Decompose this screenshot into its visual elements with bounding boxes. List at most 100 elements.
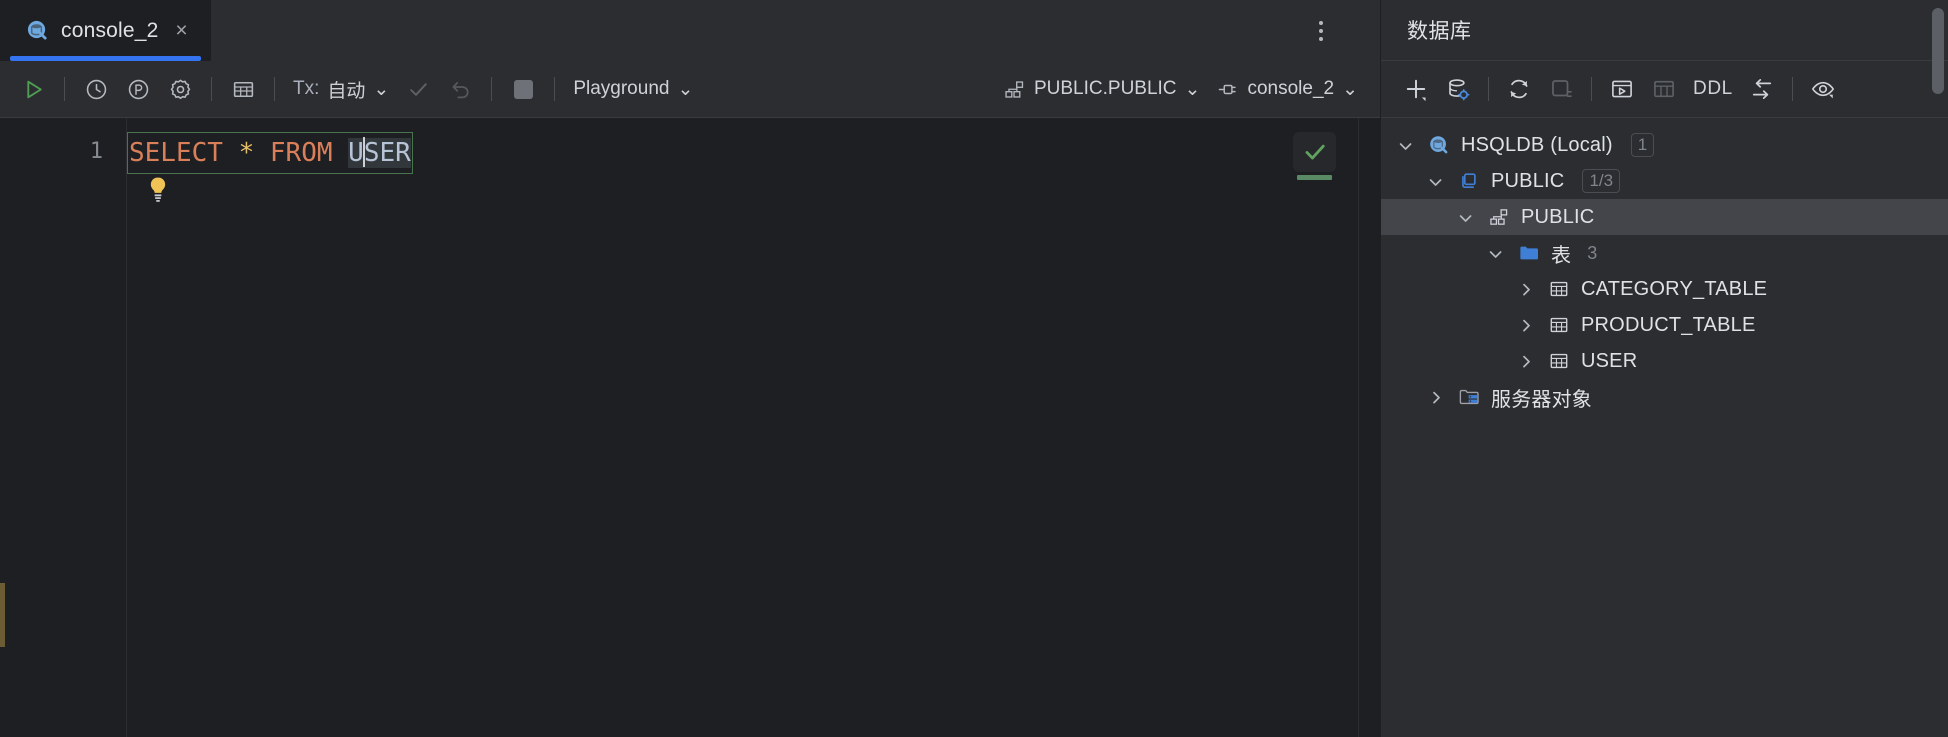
tree-item-category-table[interactable]: CATEGORY_TABLE — [1381, 271, 1948, 307]
parameters-button[interactable] — [117, 68, 159, 110]
chevron-right-icon[interactable] — [1513, 313, 1537, 337]
tree-item-public[interactable]: PUBLIC — [1381, 199, 1948, 235]
console-toolbar: Tx: 自动 ⌄ Playground ⌄ PUBLIC.PUBLIC ⌄ co… — [0, 61, 1380, 118]
rollback-revert-icon — [452, 81, 469, 98]
execute-button[interactable] — [12, 68, 54, 110]
refresh-button[interactable] — [1498, 68, 1540, 110]
chevron-down-icon[interactable] — [1393, 133, 1417, 157]
tree-item-[interactable]: 服务器对象 — [1381, 379, 1948, 415]
folder-server-icon — [1457, 385, 1481, 409]
database-tool-window: 数据库 DDL HSQLDB (Local) 1 PUBLIC 1/3 PUBL… — [1380, 0, 1948, 737]
toolbar-separator — [211, 77, 212, 101]
database-tree[interactable]: HSQLDB (Local) 1 PUBLIC 1/3 PUBLIC 表 3 CATEGORY… — [1381, 118, 1948, 737]
jump-to-console-button[interactable] — [1741, 68, 1783, 110]
toolbar-separator — [1791, 77, 1793, 101]
session-dropdown[interactable]: Playground ⌄ — [565, 68, 701, 110]
connection-selector-dropdown[interactable]: console_2 ⌄ — [1208, 68, 1366, 110]
tree-item-label: PUBLIC — [1491, 169, 1565, 192]
chevron-right-icon[interactable] — [1513, 349, 1537, 373]
toolbar-separator — [1488, 77, 1489, 101]
editor-scroll-gutter[interactable] — [1358, 118, 1380, 737]
chevron-right-icon[interactable] — [1423, 385, 1447, 409]
table-grid-icon — [1547, 277, 1571, 301]
lightbulb-intention-icon[interactable] — [145, 174, 171, 204]
rollback-button[interactable] — [439, 68, 481, 110]
editor-tab-bar: console_2 × — [0, 0, 1380, 61]
commit-button[interactable] — [397, 68, 439, 110]
table-grid-icon — [1547, 349, 1571, 373]
left-marker-strip — [0, 118, 5, 737]
transaction-mode-dropdown[interactable]: Tx: 自动 ⌄ — [285, 68, 397, 110]
commit-check-icon — [410, 82, 427, 96]
sql-star: * — [238, 138, 255, 168]
inspection-status-button[interactable] — [1293, 132, 1336, 172]
tab-active-underline — [10, 56, 201, 61]
tree-item-user[interactable]: USER — [1381, 343, 1948, 379]
add-plus-icon — [1406, 79, 1426, 102]
connection-label: console_2 — [1247, 78, 1335, 99]
toolbar-separator — [64, 77, 65, 101]
chevron-down-icon[interactable] — [1483, 241, 1507, 265]
ddl-button[interactable]: DDL — [1685, 68, 1741, 110]
app-window: console_2 × Tx: 自动 ⌄ Playground ⌄ PUBLIC… — [0, 0, 1948, 737]
schema-selector-dropdown[interactable]: PUBLIC.PUBLIC ⌄ — [995, 68, 1208, 110]
folder-icon — [1517, 241, 1541, 265]
chevron-down-icon[interactable] — [1453, 205, 1477, 229]
sql-identifier-user: USER — [348, 137, 411, 168]
tree-item-label: USER — [1581, 349, 1638, 372]
toolbar-separator — [1591, 77, 1592, 101]
schema-nodes-icon — [1487, 205, 1511, 229]
chevron-down-icon: ⌄ — [677, 78, 694, 100]
tree-item-label: CATEGORY_TABLE — [1581, 277, 1768, 300]
table-view-button[interactable] — [222, 68, 264, 110]
stop-button[interactable] — [502, 68, 544, 110]
schema-label: PUBLIC.PUBLIC — [1033, 78, 1177, 99]
tree-item-product-table[interactable]: PRODUCT_TABLE — [1381, 307, 1948, 343]
table-grid-icon — [233, 81, 253, 97]
editor-gutter: 1 — [5, 118, 127, 737]
plug-connection-icon — [1219, 84, 1237, 94]
data-editor-button[interactable] — [1643, 68, 1685, 110]
chevron-down-icon[interactable] — [1423, 169, 1447, 193]
stop-square-icon — [513, 79, 533, 99]
ddl-label: DDL — [1693, 78, 1733, 99]
database-console-icon — [1427, 133, 1451, 157]
session-label: Playground — [573, 78, 670, 99]
sql-keyword-select: SELECT — [129, 138, 223, 168]
database-panel-toolbar: DDL — [1381, 61, 1948, 118]
add-datasource-button[interactable] — [1395, 68, 1437, 110]
sql-statement[interactable]: SELECT * FROM USER — [127, 132, 413, 174]
chevron-down-icon: ⌄ — [1184, 78, 1201, 100]
tree-item-label: PUBLIC — [1521, 205, 1595, 228]
panel-scrollbar[interactable] — [1932, 8, 1944, 94]
tab-console-2[interactable]: console_2 × — [0, 0, 211, 61]
schema-nodes-icon — [1005, 80, 1024, 98]
preview-button[interactable] — [1802, 68, 1844, 110]
tree-item-label: HSQLDB (Local) — [1461, 133, 1613, 156]
identifier-part-before-caret: U — [348, 138, 364, 168]
chevron-down-icon: ⌄ — [1342, 78, 1358, 100]
page-title: 数据库 — [1407, 20, 1472, 43]
settings-button[interactable] — [159, 68, 201, 110]
database-panel-header: 数据库 — [1381, 0, 1948, 61]
tab-label: console_2 — [61, 18, 159, 42]
stop-refresh-icon — [1552, 80, 1572, 97]
chevron-right-icon[interactable] — [1513, 277, 1537, 301]
datasource-properties-icon — [1449, 79, 1470, 101]
stop-refresh-button[interactable] — [1540, 68, 1582, 110]
open-console-button[interactable] — [1601, 68, 1643, 110]
more-options-icon[interactable] — [1308, 18, 1334, 44]
close-icon[interactable]: × — [171, 20, 193, 41]
tree-item-hsqldb-local[interactable]: HSQLDB (Local) 1 — [1381, 127, 1948, 163]
database-stack-icon — [1457, 169, 1481, 193]
tree-item-[interactable]: 表3 — [1381, 235, 1948, 271]
tree-item-label: 服务器对象 — [1491, 388, 1592, 411]
datasource-properties-button[interactable] — [1437, 68, 1479, 110]
history-button[interactable] — [75, 68, 117, 110]
database-console-icon — [26, 19, 49, 42]
tree-item-public[interactable]: PUBLIC 1/3 — [1381, 163, 1948, 199]
chevron-down-icon: ⌄ — [373, 78, 390, 100]
run-play-icon — [26, 80, 42, 98]
sql-editor-area[interactable]: 1 SELECT * FROM USER — [0, 118, 1380, 737]
editor-code-column[interactable]: SELECT * FROM USER — [127, 118, 1358, 737]
